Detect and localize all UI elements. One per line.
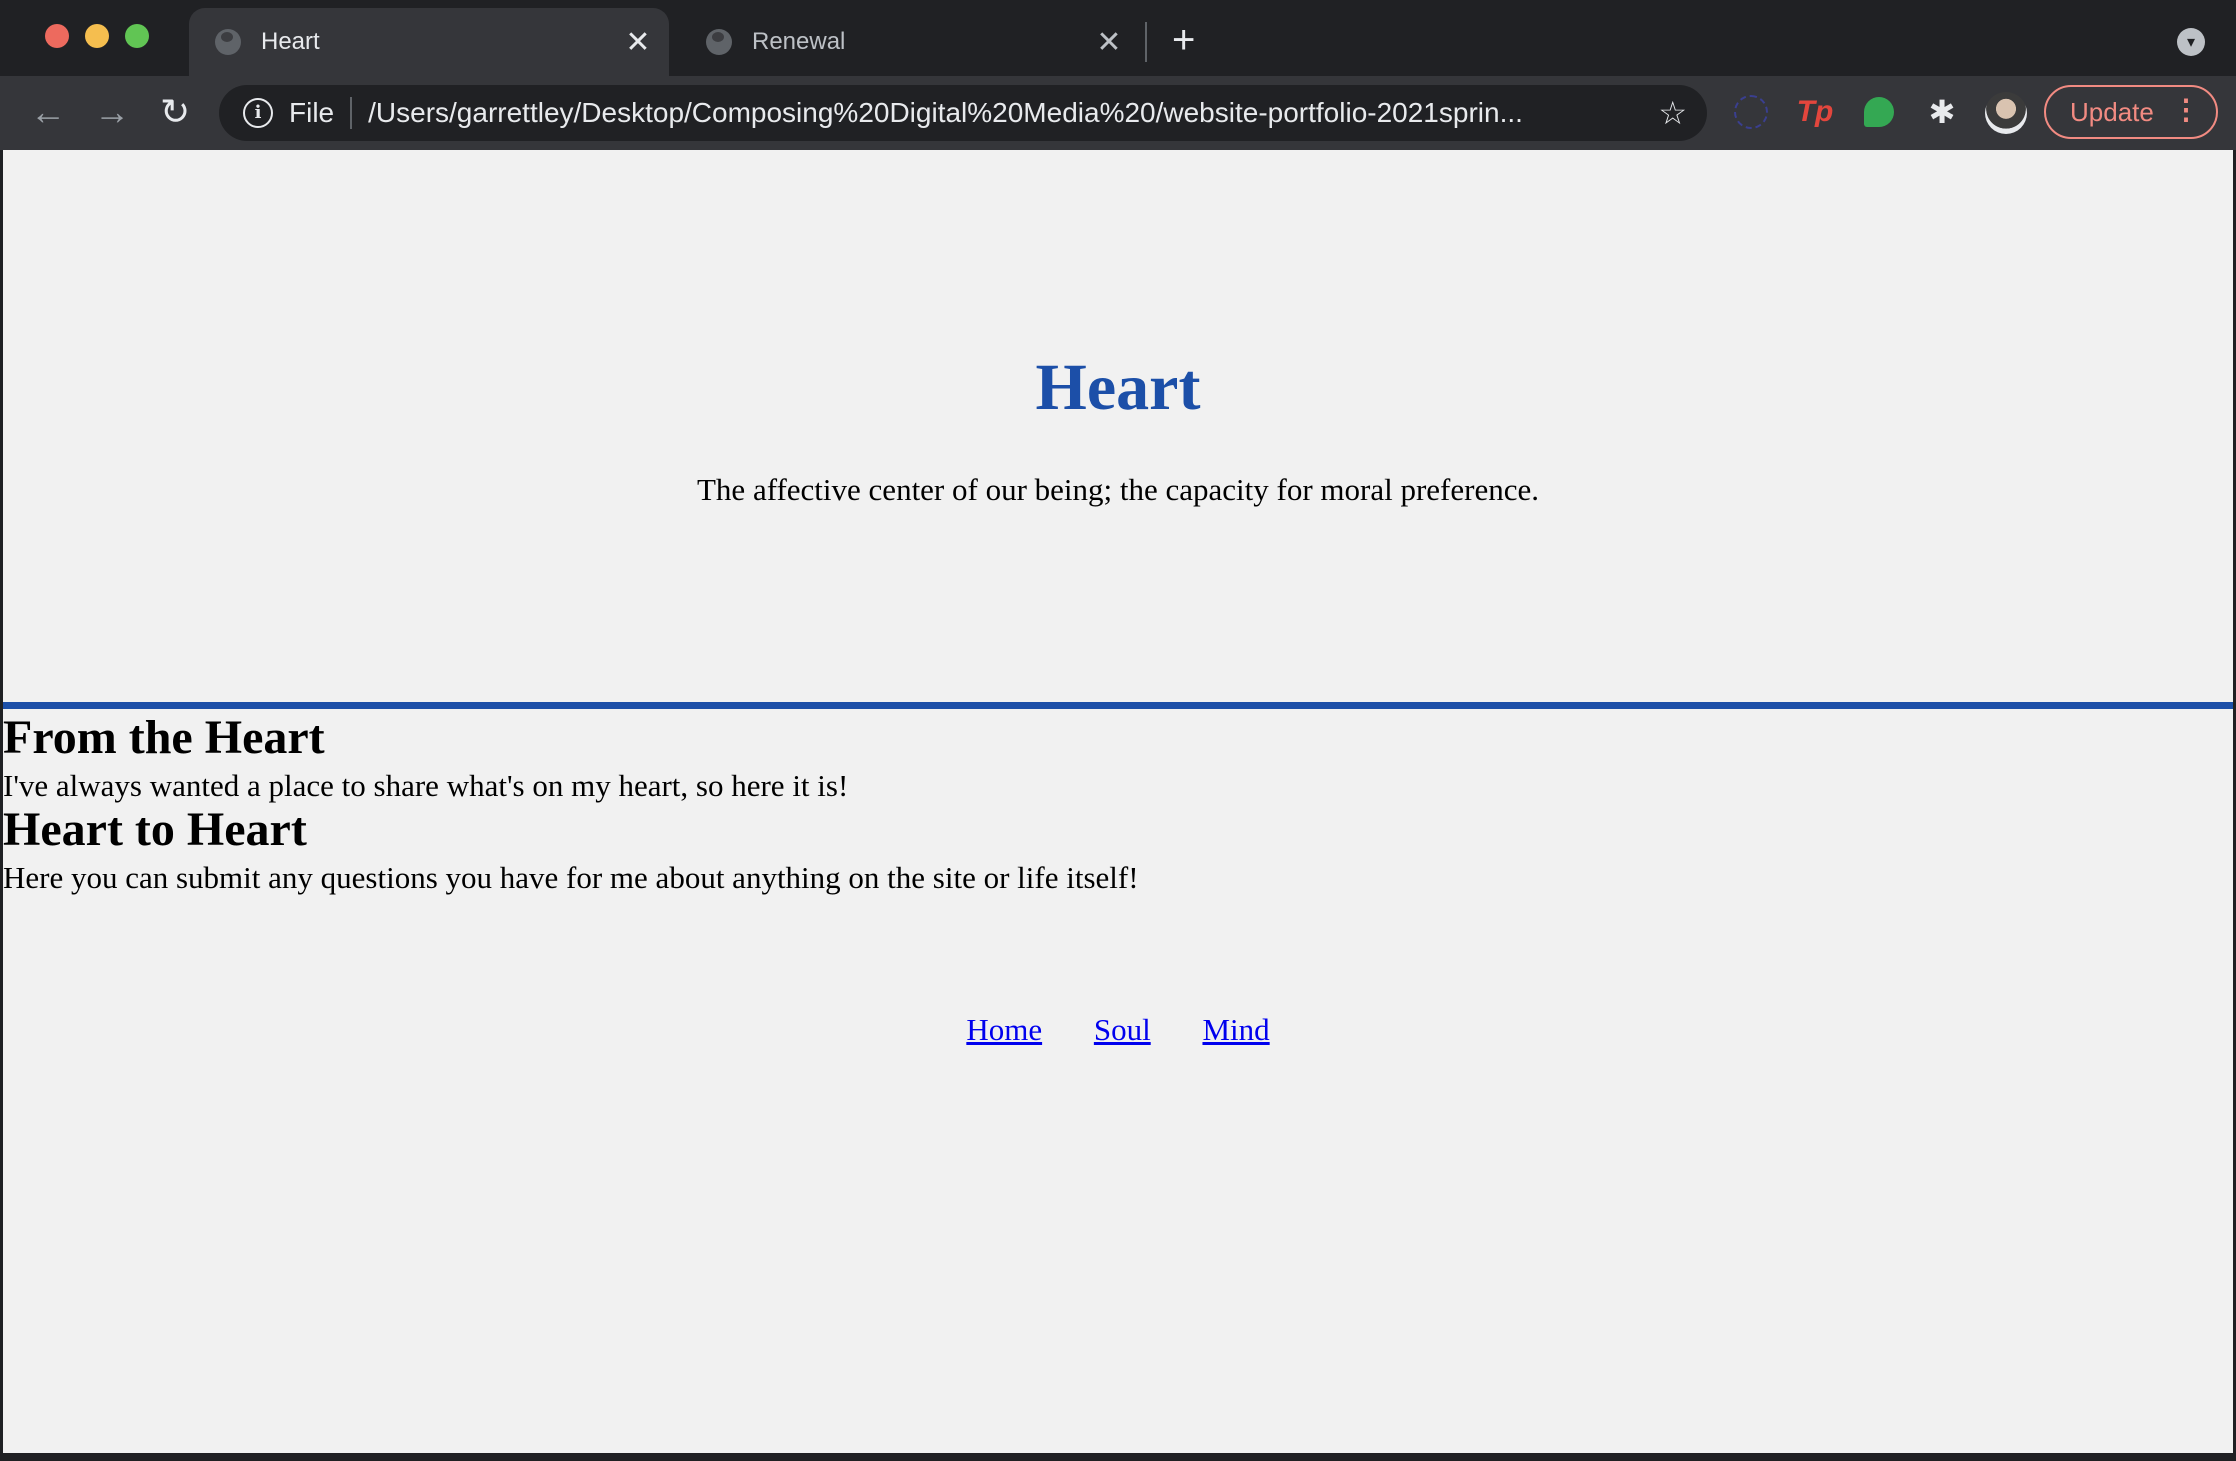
section-divider: [3, 702, 2233, 709]
extension-circle-icon[interactable]: [1731, 92, 1771, 132]
url-text[interactable]: /Users/garrettley/Desktop/Composing%20Di…: [368, 97, 1648, 129]
address-divider: [350, 97, 353, 129]
star-icon[interactable]: ☆: [1658, 94, 1687, 132]
section-heading-from-the-heart: From the Heart: [3, 711, 325, 764]
address-bar[interactable]: i File /Users/garrettley/Desktop/Composi…: [219, 85, 1707, 141]
tab-divider: [1145, 22, 1147, 62]
scheme-label: File: [289, 97, 335, 128]
tab-strip: Heart ✕ Renewal ✕ + ▾: [0, 0, 2236, 76]
footer-nav: Home Soul Mind: [3, 1012, 2233, 1048]
nav-link-soul[interactable]: Soul: [1094, 1012, 1151, 1047]
reload-icon[interactable]: ↻: [160, 90, 190, 134]
globe-icon: [706, 29, 732, 55]
back-arrow-icon[interactable]: ←: [30, 90, 66, 134]
close-icon[interactable]: ✕: [623, 25, 653, 60]
page-subtitle: The affective center of our being; the c…: [697, 472, 1539, 507]
tab-heart[interactable]: Heart ✕: [189, 8, 669, 76]
tab-renewal[interactable]: Renewal ✕: [680, 8, 1140, 76]
page-title: Heart: [1035, 351, 1201, 424]
kebab-menu-icon[interactable]: ⋮: [2172, 93, 2200, 126]
page-viewport: Heart The affective center of our being;…: [3, 150, 2233, 1453]
close-window-button[interactable]: [45, 24, 69, 48]
puzzle-icon[interactable]: ✱: [1922, 92, 1962, 132]
section-text-from-the-heart: I've always wanted a place to share what…: [3, 768, 849, 803]
info-icon[interactable]: i: [243, 98, 273, 128]
window-bottom-edge: [0, 1453, 2236, 1461]
maximize-window-button[interactable]: [125, 24, 149, 48]
green-chat-extension-icon[interactable]: [1859, 92, 1899, 132]
forward-arrow-icon[interactable]: →: [94, 90, 130, 134]
tp-extension-icon[interactable]: Tp: [1795, 92, 1835, 132]
update-label: Update: [2070, 96, 2154, 127]
tab-title: Heart: [261, 28, 320, 55]
close-icon[interactable]: ✕: [1094, 25, 1124, 60]
new-tab-button[interactable]: +: [1172, 18, 1195, 62]
section-text-heart-to-heart: Here you can submit any questions you ha…: [3, 860, 1139, 895]
section-heading-heart-to-heart: Heart to Heart: [3, 803, 307, 856]
avatar[interactable]: [1985, 92, 2027, 134]
globe-icon: [215, 29, 241, 55]
nav-link-mind[interactable]: Mind: [1202, 1012, 1269, 1047]
minimize-window-button[interactable]: [85, 24, 109, 48]
nav-link-home[interactable]: Home: [966, 1012, 1042, 1047]
tab-search-icon[interactable]: ▾: [2177, 28, 2205, 56]
update-button[interactable]: Update ⋮: [2044, 85, 2218, 139]
tab-title: Renewal: [752, 28, 846, 55]
